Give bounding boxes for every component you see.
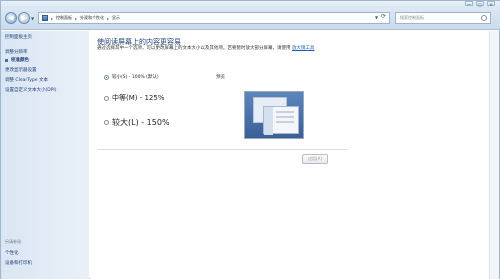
breadcrumb-separator: ▸ [51,15,54,21]
see-also-heading: 另请参阅 [5,239,21,244]
sidebar-item-resolution[interactable]: 调整分辨率 [5,49,28,55]
preview-line [276,111,294,113]
shield-icon [5,59,8,62]
arrow-right-icon: ▶ [21,14,27,22]
option-larger-label: 较大(L) - 150% [112,118,170,127]
minimize-button[interactable]: — [465,1,473,7]
chevron-down-icon: ▼ [31,16,35,21]
sidebar: 控制面板主页 调整分辨率 校准颜色 更改显示器设置 调整 ClearType 文… [1,31,89,279]
preview-window-front [263,106,299,135]
window-controls: — □ ✕ [465,1,495,7]
close-button[interactable]: ✕ [487,1,495,7]
preview-sidebar [264,107,273,135]
option-medium[interactable]: 中等(M) - 125% [104,93,165,103]
sidebar-item-cleartype[interactable]: 调整 ClearType 文本 [5,77,48,83]
description-text: 通过选择其中一个选项，可以更改屏幕上的文本大小以及其他项。若要暂时放大部分屏幕，… [97,46,291,51]
sidebar-item-display-settings[interactable]: 更改显示器设置 [5,67,37,73]
breadcrumb-separator: ▸ [107,15,110,21]
preview-label: 预览 [216,75,225,80]
preview-image [244,91,304,139]
sidebar-item-personalize[interactable]: 个性化 [5,250,19,256]
search-icon [481,15,487,21]
sidebar-item-custom-dpi[interactable]: 设置自定义文本大小(DPI) [5,87,57,93]
refresh-icon: ⟳ [381,13,387,20]
main-content: 使阅读屏幕上的内容更容易 通过选择其中一个选项，可以更改屏幕上的文本大小以及其他… [90,31,490,279]
scrollbar[interactable] [489,31,499,279]
title-bar: — □ ✕ [1,1,500,8]
breadcrumb-item[interactable]: 显示 [112,15,120,21]
preview-line [276,116,294,118]
address-dropdown[interactable]: ▼ [375,15,378,20]
window: — □ ✕ ◀ ▶ ▼ ▸ 控制面板 ▸ 外观和个性化 ▸ 显示 ▼ ⟳ 搜索控… [0,0,500,279]
refresh-button[interactable]: ⟳ [381,13,386,20]
divider [97,149,347,150]
breadcrumb[interactable]: ▸ 控制面板 ▸ 外观和个性化 ▸ 显示 [38,12,390,24]
maximize-button[interactable]: □ [476,1,484,7]
search-input[interactable]: 搜索控制面板 [395,12,491,24]
arrow-left-icon: ◀ [8,14,14,22]
breadcrumb-item[interactable]: 外观和个性化 [80,15,104,21]
address-bar: ◀ ▶ ▼ ▸ 控制面板 ▸ 外观和个性化 ▸ 显示 ▼ ⟳ 搜索控制面板 [1,8,500,30]
apply-button[interactable]: 应用(A) [302,154,328,164]
radio-smaller[interactable] [104,74,109,80]
option-smaller[interactable]: 较小(S) - 100% (默认) [104,74,159,80]
magnifier-link[interactable]: 放大镜工具 [292,46,315,51]
control-panel-icon [42,15,48,21]
breadcrumb-item[interactable]: 控制面板 [56,15,72,21]
recent-pages-dropdown[interactable]: ▼ [31,16,34,21]
forward-button[interactable]: ▶ [18,12,30,24]
option-smaller-label: 较小(S) - 100% (默认) [112,75,159,80]
search-placeholder: 搜索控制面板 [400,15,424,20]
option-larger[interactable]: 较大(L) - 150% [104,117,170,128]
radio-medium[interactable] [104,95,109,101]
option-medium-label: 中等(M) - 125% [112,94,165,102]
sidebar-item-calibrate[interactable]: 校准颜色 [11,57,29,63]
radio-larger[interactable] [104,120,109,125]
breadcrumb-separator: ▸ [75,15,78,21]
sidebar-item-devices[interactable]: 设备和打印机 [5,260,32,266]
preview-line [276,121,294,123]
back-button[interactable]: ◀ [5,12,17,24]
page-description: 通过选择其中一个选项，可以更改屏幕上的文本大小以及其他项。若要暂时放大部分屏幕，… [97,46,377,52]
chevron-down-icon: ▼ [375,15,379,20]
sidebar-home-link[interactable]: 控制面板主页 [5,34,32,40]
